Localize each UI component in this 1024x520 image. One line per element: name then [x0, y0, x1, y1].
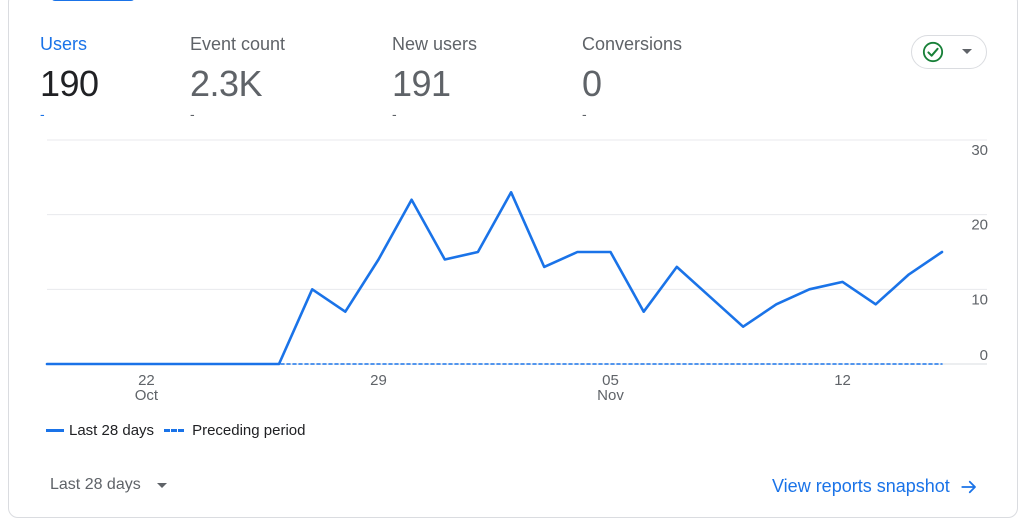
y-tick-label: 10 — [971, 291, 988, 308]
users-line-chart: 010203022Oct29 05Nov12 — [45, 139, 988, 404]
date-range-label: Last 28 days — [50, 476, 141, 493]
chart-legend: Last 28 days Preceding period — [46, 422, 305, 439]
x-tick-label: 29 — [370, 372, 387, 389]
legend-previous-label: Preceding period — [192, 422, 306, 439]
x-tick-sublabel: Nov — [597, 387, 624, 404]
legend-dashed-line-icon — [164, 429, 185, 432]
view-reports-snapshot-link[interactable]: View reports snapshot — [772, 476, 978, 497]
y-tick-label: 30 — [971, 142, 988, 159]
view-reports-snapshot-label: View reports snapshot — [772, 476, 950, 496]
date-range-dropdown[interactable]: Last 28 days — [50, 476, 167, 494]
y-tick-label: 20 — [971, 217, 988, 234]
x-tick-sublabel: Oct — [135, 387, 159, 404]
arrow-right-icon — [961, 480, 976, 493]
chevron-down-icon — [156, 482, 167, 488]
series-line-last-28-days — [45, 191, 944, 366]
y-tick-label: 0 — [980, 347, 988, 364]
x-tick-label: 12 — [834, 372, 851, 389]
legend-current-label: Last 28 days — [69, 422, 155, 439]
legend-solid-line-icon — [46, 429, 64, 432]
